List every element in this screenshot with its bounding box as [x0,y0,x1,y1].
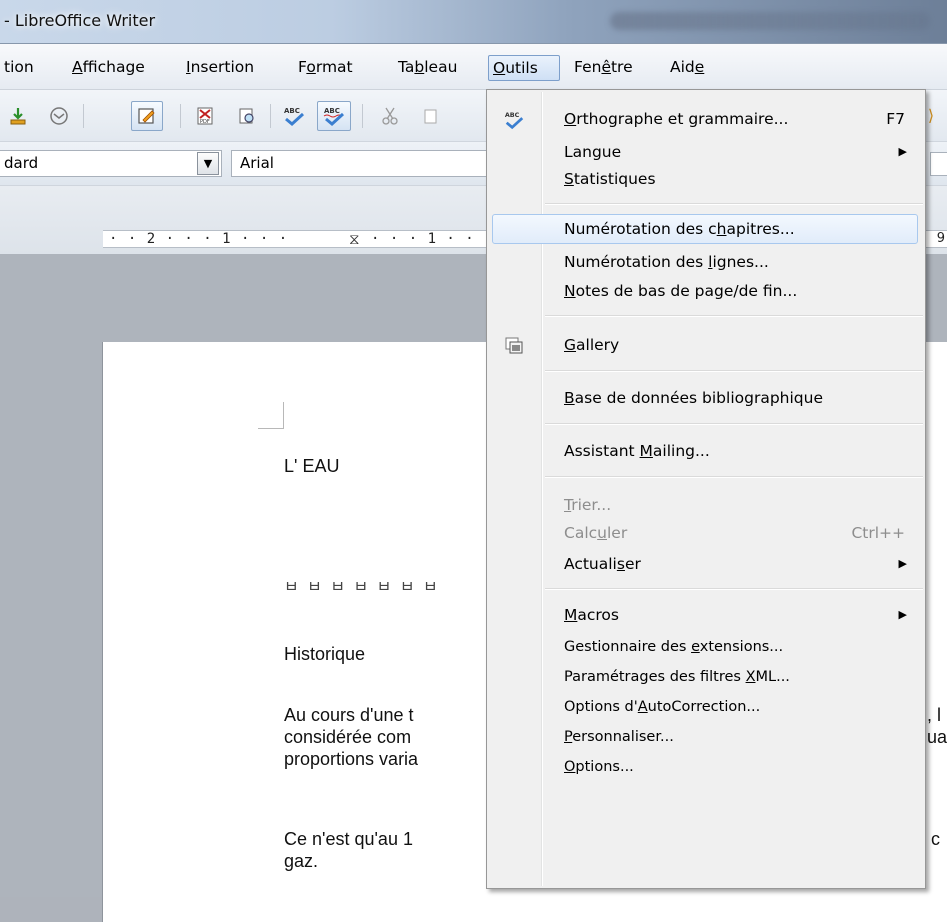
menu-item-numerotation-chapitres[interactable]: Numérotation des chapitres... [489,214,923,244]
doc-line-paragraph2-1: Ce n'est qu'au 1 [284,829,413,849]
menu-item-gallery[interactable]: Gallery [489,330,923,360]
menu-item-actualiser[interactable]: Actualiser ▶ [489,549,923,579]
doc-line-paragraph1-1: Au cours d'une t [284,705,414,725]
doc-line-symbols: ㅂ ㅂ ㅂ ㅂ ㅂ ㅂ ㅂ [284,579,440,596]
gallery-icon [503,335,525,357]
export-pdf-icon[interactable]: PDF [192,103,218,129]
menu-format[interactable]: Format [294,55,357,81]
save-icon[interactable] [5,103,31,129]
menu-tableau[interactable]: Tableau [394,55,461,81]
window-title: - LibreOffice Writer [4,11,156,30]
doc-line-paragraph1-2: considérée com [284,727,412,747]
menu-item-langue[interactable]: Langue ▶ [489,137,923,167]
menu-item-assistant-mailing[interactable]: Assistant Mailing... [489,436,923,466]
menu-item-trier[interactable]: Trier... [489,490,923,520]
menu-aide[interactable]: Aide [666,55,708,81]
paragraph-style-dropdown-button[interactable]: ▼ [197,152,219,175]
menu-item-options[interactable]: Options... [489,752,923,782]
svg-text:ABC: ABC [505,111,520,119]
svg-text:ABC: ABC [324,107,340,115]
ruler-ticks-left: · · 2 · · · 1 · · · [109,231,289,247]
font-size-combo[interactable] [930,152,947,176]
submenu-arrow-icon: ▶ [898,557,907,570]
cut-icon[interactable] [377,103,403,129]
menu-item-statistiques[interactable]: Statistiques [489,164,923,194]
menu-bar: tion Affichage Insertion Format Tableau … [0,44,947,90]
auto-spellcheck-icon[interactable]: ABC [317,101,351,131]
menu-item-filtres-xml[interactable]: Paramétrages des filtres XML... [489,662,923,692]
spellcheck-icon: ABC [503,109,525,131]
submenu-arrow-icon: ▶ [898,608,907,621]
indent-marker-icon[interactable]: ⧖ [349,231,360,247]
menu-edition[interactable]: tion [0,55,38,81]
menu-affichage[interactable]: Affichage [68,55,149,81]
doc-fragment-right-3: c [931,829,940,849]
dropdown-arrow-icon: ▼ [203,157,213,170]
doc-line-heading: Historique [284,644,366,664]
submenu-arrow-icon: ▶ [898,145,907,158]
shortcut-label: Ctrl++ [851,524,905,542]
ruler-end-label: 9 [936,231,945,246]
edit-mode-icon[interactable] [131,101,163,131]
menu-item-orthographe[interactable]: ABC Orthographe et grammaire... F7 [489,104,923,134]
copy-icon[interactable] [418,103,444,129]
font-name-value: Arial [240,154,274,172]
shortcut-label: F7 [886,110,905,128]
svg-text:PDF: PDF [200,119,210,125]
outils-menu: ABC Orthographe et grammaire... F7 Langu… [486,89,926,889]
doc-line-title: L' EAU [284,456,340,476]
paragraph-style-value: dard [4,154,39,172]
menu-outils[interactable]: Outils [488,55,560,81]
doc-line-paragraph1-3: proportions varia [284,749,419,769]
menu-item-gestionnaire-extensions[interactable]: Gestionnaire des extensions... [489,632,923,662]
menu-item-autocorrection[interactable]: Options d'AutoCorrection... [489,692,923,722]
menu-item-personnaliser[interactable]: Personnaliser... [489,722,923,752]
menu-fenetre[interactable]: Fenêtre [570,55,637,81]
menu-item-calculer[interactable]: Calculer Ctrl++ [489,518,923,548]
menu-insertion[interactable]: Insertion [182,55,258,81]
menu-item-numerotation-lignes[interactable]: Numérotation des lignes... [489,247,923,277]
title-bar: - LibreOffice Writer [0,0,947,44]
email-icon[interactable] [46,103,72,129]
spellcheck-icon[interactable]: ABC [281,103,307,129]
text-boundary-mark [258,402,284,429]
doc-fragment-right-2: ua [927,727,947,747]
font-name-combo[interactable]: Arial [231,150,491,177]
print-preview-icon[interactable] [234,103,260,129]
menu-item-notes-bas-page[interactable]: Notes de bas de page/de fin... [489,276,923,306]
doc-fragment-right-1: , l [927,705,942,725]
menu-item-macros[interactable]: Macros ▶ [489,600,923,630]
doc-line-paragraph2-2: gaz. [284,851,319,871]
svg-text:ABC: ABC [284,107,300,115]
menu-item-base-bibliographique[interactable]: Base de données bibliographique [489,383,923,413]
title-bar-blur [610,12,930,30]
paragraph-style-combo[interactable]: dard [0,150,222,177]
